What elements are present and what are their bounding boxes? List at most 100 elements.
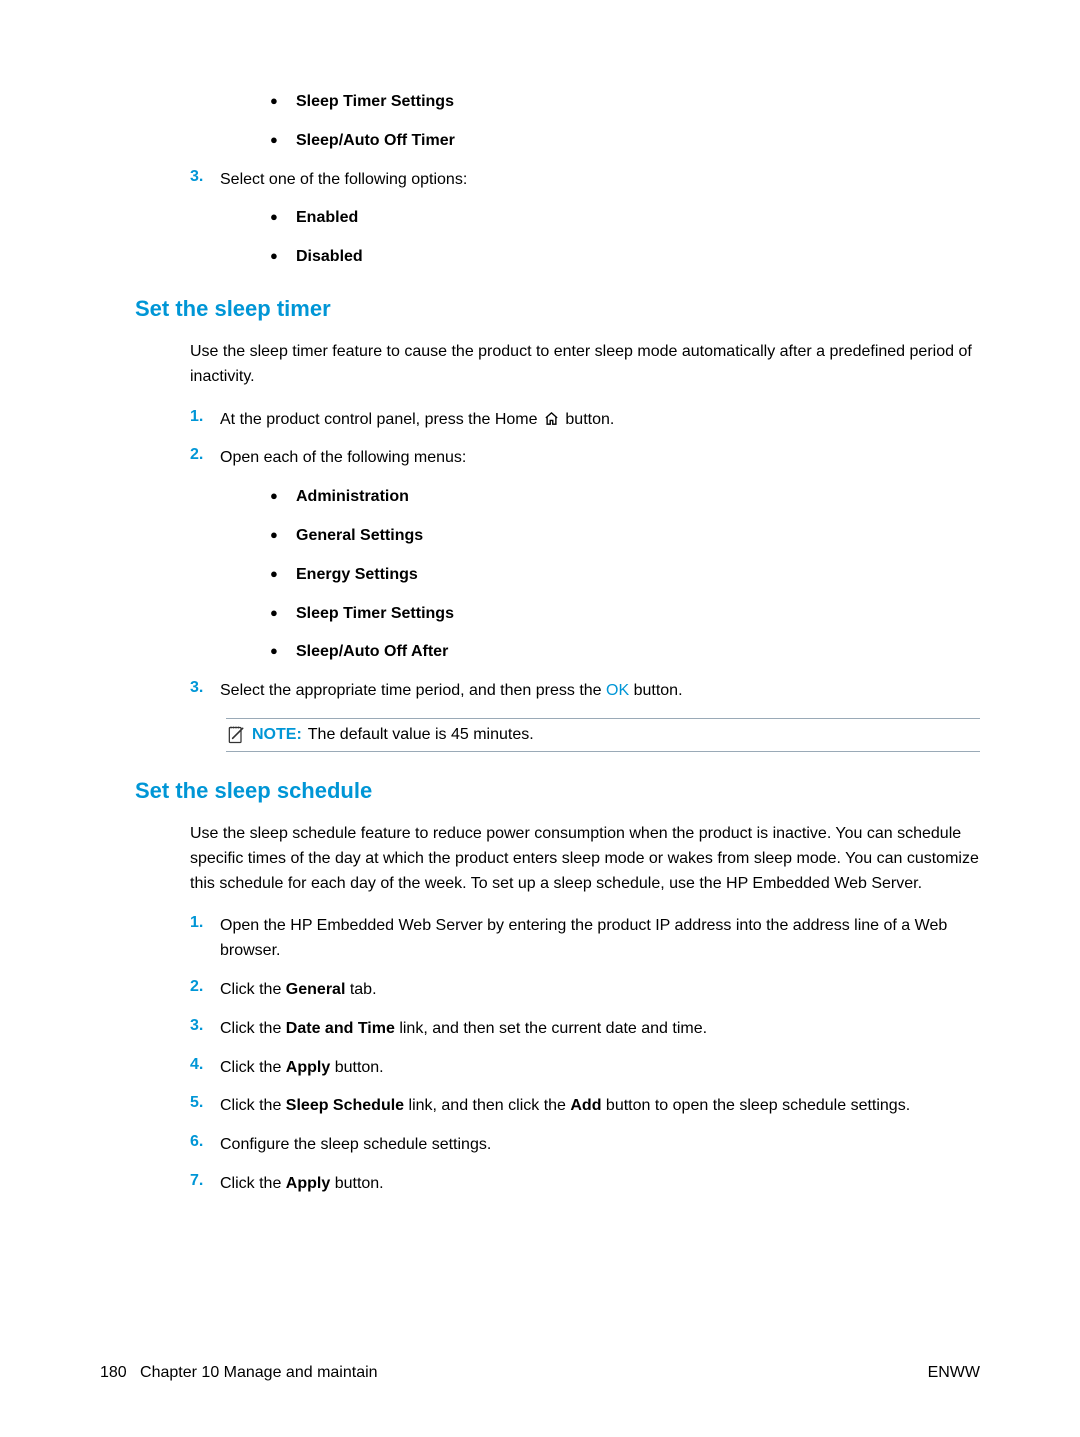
step-row: 3. Select one of the following options: [190,168,980,193]
step-text: Select the appropriate time period, and … [220,679,683,704]
section-heading-sleep-schedule: Set the sleep schedule [135,778,980,804]
step-number: 7. [190,1172,220,1190]
step-text: Select one of the following options: [220,168,467,193]
page-content: ● Sleep Timer Settings ● Sleep/Auto Off … [160,90,980,1197]
list-item: ●Administration [270,485,980,510]
text-part: Click the [220,1059,286,1076]
text-part: Open the HP Embedded Web Server by enter… [220,917,947,959]
text-part: Select the appropriate time period, and … [220,682,606,699]
page-number: 180 [100,1364,127,1381]
list-item: ●Sleep/Auto Off After [270,640,980,665]
bullet-text: Sleep/Auto Off Timer [296,129,455,154]
bullet-icon: ● [270,563,296,585]
page-footer: 180 Chapter 10 Manage and maintain ENWW [100,1364,980,1382]
step-text: Click the Apply button. [220,1056,384,1081]
note-label: NOTE: [252,726,302,744]
step-number: 1. [190,914,220,932]
home-icon [544,411,559,426]
step-text: Open each of the following menus: [220,446,466,471]
bullet-icon: ● [270,602,296,624]
footer-right: ENWW [928,1364,980,1382]
bold-term: Apply [286,1175,330,1192]
step-number: 3. [190,679,220,697]
text-part: button. [629,682,682,699]
section2-body: Use the sleep schedule feature to reduce… [190,822,980,1197]
bullet-icon: ● [270,485,296,507]
step-number: 6. [190,1133,220,1151]
step-number: 3. [190,168,220,186]
bullet-text: Sleep/Auto Off After [296,640,448,665]
bold-term: Date and Time [286,1020,395,1037]
step-row: 7.Click the Apply button. [190,1172,980,1197]
step-row: 6.Configure the sleep schedule settings. [190,1133,980,1158]
bullet-text: General Settings [296,524,423,549]
step-3-group: 3. Select one of the following options: … [190,168,980,270]
step-text: Open the HP Embedded Web Server by enter… [220,914,980,964]
list-item: ● Sleep Timer Settings [270,90,980,115]
step-text: Click the Sleep Schedule link, and then … [220,1094,910,1119]
text-part: Click the [220,1175,286,1192]
step-row: 4.Click the Apply button. [190,1056,980,1081]
text-part: Click the [220,1097,286,1114]
list-item: ●Energy Settings [270,563,980,588]
top-bullet-group: ● Sleep Timer Settings ● Sleep/Auto Off … [270,90,980,154]
step-text: Click the Apply button. [220,1172,384,1197]
bullet-text: Energy Settings [296,563,418,588]
text-part: Click the [220,1020,286,1037]
bullet-text: Administration [296,485,409,510]
footer-left: 180 Chapter 10 Manage and maintain [100,1364,378,1382]
bullet-text: Enabled [296,206,358,231]
note-icon [226,725,246,745]
bullet-icon: ● [270,90,296,112]
text-part: Click the [220,981,286,998]
note-text: The default value is 45 minutes. [308,726,534,744]
section1-body: Use the sleep timer feature to cause the… [190,340,980,752]
step-row: 5.Click the Sleep Schedule link, and the… [190,1094,980,1119]
bold-term: Add [570,1097,601,1114]
step-text: Click the Date and Time link, and then s… [220,1017,707,1042]
text-part: link, and then click the [404,1097,570,1114]
step-row: 2. Open each of the following menus: [190,446,980,471]
step-row: 1.Open the HP Embedded Web Server by ent… [190,914,980,964]
bullet-icon: ● [270,245,296,267]
bullet-text: Disabled [296,245,363,270]
bold-term: Apply [286,1059,330,1076]
bullet-icon: ● [270,129,296,151]
text-part: tab. [345,981,376,998]
menu-list: ●Administration ●General Settings ●Energ… [270,485,980,665]
text-part: button. [565,411,614,428]
step-text: Click the General tab. [220,978,377,1003]
list-item: ● Enabled [270,206,980,231]
section2-steps: 1.Open the HP Embedded Web Server by ent… [190,914,980,1196]
step-row: 2.Click the General tab. [190,978,980,1003]
step-number: 1. [190,408,220,426]
list-item: ●General Settings [270,524,980,549]
bold-term: General [286,981,346,998]
ok-button-text: OK [606,682,629,699]
bullet-icon: ● [270,206,296,228]
step-number: 2. [190,978,220,996]
text-part: button. [330,1059,383,1076]
text-part: button. [330,1175,383,1192]
bullet-text: Sleep Timer Settings [296,90,454,115]
step-row: 3.Click the Date and Time link, and then… [190,1017,980,1042]
step-row: 1. At the product control panel, press t… [190,408,980,433]
step-number: 4. [190,1056,220,1074]
bullet-icon: ● [270,640,296,662]
step-number: 5. [190,1094,220,1112]
step-text: At the product control panel, press the … [220,408,614,433]
step-number: 3. [190,1017,220,1035]
list-item: ● Sleep/Auto Off Timer [270,129,980,154]
text-part: button to open the sleep schedule settin… [601,1097,910,1114]
step-3-options: ● Enabled ● Disabled [270,206,980,270]
section1-intro: Use the sleep timer feature to cause the… [190,340,980,390]
section-heading-sleep-timer: Set the sleep timer [135,296,980,322]
text-part: Configure the sleep schedule settings. [220,1136,491,1153]
note-callout: NOTE: The default value is 45 minutes. [226,718,980,752]
text-part: At the product control panel, press the … [220,411,542,428]
step-text: Configure the sleep schedule settings. [220,1133,491,1158]
list-item: ●Sleep Timer Settings [270,602,980,627]
bold-term: Sleep Schedule [286,1097,404,1114]
text-part: link, and then set the current date and … [395,1020,707,1037]
list-item: ● Disabled [270,245,980,270]
